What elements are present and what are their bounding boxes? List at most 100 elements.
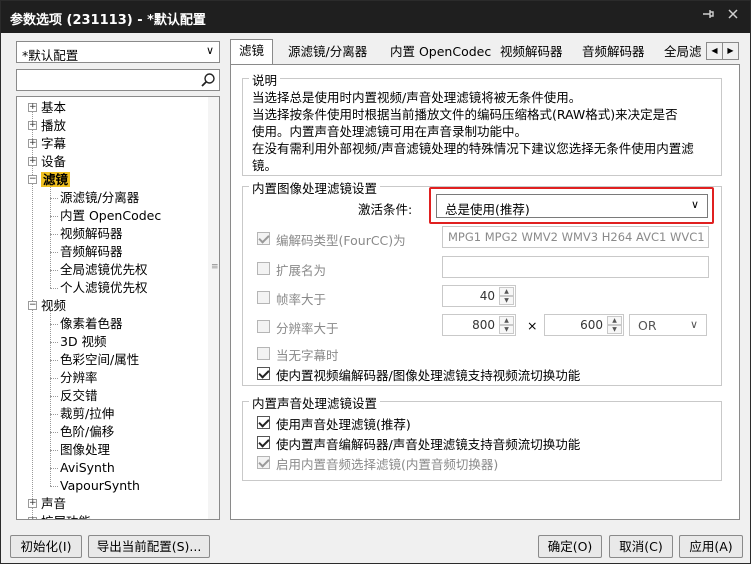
resolution-height-stepper[interactable]: 600 ▲ ▼ <box>544 314 624 336</box>
tree-branch-line <box>50 216 58 217</box>
tree-item[interactable]: 设备 <box>41 153 66 171</box>
fourcc-field[interactable]: MPG1 MPG2 WMV2 WMV3 H264 AVC1 WVC1 <box>442 226 709 248</box>
stepper-buttons: ▲ ▼ <box>499 316 514 334</box>
resolution-operator-value: OR <box>638 318 657 333</box>
tree-item[interactable]: 字幕 <box>41 135 66 153</box>
tab-bar: 滤镜 源滤镜/分离器 内置 OpenCodec 视频解码器 音频解码器 全局滤 … <box>230 39 740 65</box>
extension-checkbox[interactable] <box>257 262 270 275</box>
tree-item[interactable]: 内置 OpenCodec <box>60 207 161 225</box>
tree-item[interactable]: 分辨率 <box>60 369 98 387</box>
stepper-buttons: ▲ ▼ <box>607 316 622 334</box>
tree-item[interactable]: 个人滤镜优先权 <box>60 279 148 297</box>
tree-item-label: 图像处理 <box>60 442 111 457</box>
tab-right-arrow-icon[interactable]: ▶ <box>722 42 739 60</box>
tree-item-label: AviSynth <box>60 460 115 475</box>
resolution-operator-dropdown[interactable]: OR ∨ <box>629 314 707 336</box>
search-field[interactable] <box>16 69 220 91</box>
tree-item[interactable]: 反交错 <box>60 387 98 405</box>
stepper-down-icon[interactable]: ▼ <box>499 325 514 334</box>
search-icon[interactable] <box>200 72 216 88</box>
tree-expander-icon[interactable]: + <box>28 121 37 130</box>
fourcc-checkbox[interactable] <box>257 232 270 245</box>
tree-expander-icon[interactable]: − <box>28 301 37 310</box>
tree-branch-line <box>50 450 58 451</box>
tree-item[interactable]: 3D 视频 <box>60 333 107 351</box>
cancel-button[interactable]: 取消(C) <box>609 535 673 558</box>
description-line: 镜。 <box>252 158 278 173</box>
audio-selector-checkbox[interactable] <box>257 456 270 469</box>
tab-audio-decoder[interactable]: 音频解码器 <box>574 41 653 63</box>
tree-item-label: 分辨率 <box>60 370 98 385</box>
tree-expander-icon[interactable]: − <box>28 175 37 184</box>
audio-switch-checkbox[interactable] <box>257 436 270 449</box>
tree-item-label: 播放 <box>41 118 67 133</box>
tree-item[interactable]: 声音 <box>41 495 66 513</box>
apply-button[interactable]: 应用(A) <box>679 535 743 558</box>
tree-expander-icon[interactable]: + <box>28 499 37 508</box>
stepper-down-icon[interactable]: ▼ <box>499 296 514 305</box>
tab-left-arrow-icon[interactable]: ◀ <box>706 42 723 60</box>
tree-item[interactable]: 滤镜 <box>41 171 71 189</box>
close-icon[interactable] <box>723 7 743 27</box>
settings-tree: ≡ 基本 + 播放 + 字幕 + 设备 + 滤镜 − 源滤镜/分离器 内置 OpenCodec 视频解码… <box>16 96 220 520</box>
tree-expander-icon[interactable]: + <box>28 103 37 112</box>
ok-button[interactable]: 确定(O) <box>538 535 602 558</box>
tree-item[interactable]: 音频解码器 <box>60 243 123 261</box>
tree-scrollbar[interactable]: ≡ <box>208 97 219 519</box>
tree-item[interactable]: 视频解码器 <box>60 225 123 243</box>
initialize-button[interactable]: 初始化(I) <box>10 535 82 558</box>
framerate-stepper[interactable]: 40 ▲ ▼ <box>442 285 516 307</box>
extension-field[interactable] <box>442 256 709 278</box>
tree-expander-icon[interactable]: + <box>28 517 37 519</box>
resolution-width-stepper[interactable]: 800 ▲ ▼ <box>442 314 516 336</box>
tree-item-label: 个人滤镜优先权 <box>60 280 148 295</box>
no-subtitle-checkbox[interactable] <box>257 347 270 360</box>
tree-item[interactable]: 基本 <box>41 99 66 117</box>
tree-item[interactable]: 全局滤镜优先权 <box>60 261 148 279</box>
stepper-up-icon[interactable]: ▲ <box>499 316 514 325</box>
tree-item-label: VapourSynth <box>60 478 140 493</box>
tree-item[interactable]: 图像处理 <box>60 441 110 459</box>
stepper-down-icon[interactable]: ▼ <box>607 325 622 334</box>
tree-item[interactable]: AviSynth <box>60 459 115 477</box>
tree-item[interactable]: 色彩空间/属性 <box>60 351 139 369</box>
tree-item[interactable]: 扩展功能 <box>41 513 91 519</box>
tree-item-label: 像素着色器 <box>60 316 123 331</box>
tab-video-decoder[interactable]: 视频解码器 <box>492 41 571 63</box>
description-line: 当选择按条件使用时根据当前播放文件的编码压缩格式(RAW格式)来决定是否 <box>252 107 678 122</box>
tree-item[interactable]: 色阶/偏移 <box>60 423 114 441</box>
description-line: 当选择总是使用时内置视频/声音处理滤镜将被无条件使用。 <box>252 90 582 105</box>
framerate-checkbox[interactable] <box>257 291 270 304</box>
tree-expander-icon[interactable]: + <box>28 157 37 166</box>
resolution-checkbox[interactable] <box>257 320 270 333</box>
tree-branch-line <box>50 234 58 235</box>
tree-branch-line <box>50 396 58 397</box>
tree-item[interactable]: 裁剪/拉伸 <box>60 405 114 423</box>
tree-item[interactable]: 视频 <box>41 297 66 315</box>
stepper-up-icon[interactable]: ▲ <box>607 316 622 325</box>
tab-source-splitter[interactable]: 源滤镜/分离器 <box>280 41 375 63</box>
tab-filters[interactable]: 滤镜 <box>230 39 274 65</box>
tree-item[interactable]: VapourSynth <box>60 477 140 495</box>
tree-item[interactable]: 播放 <box>41 117 66 135</box>
filters-panel: 说明 当选择总是使用时内置视频/声音处理滤镜将被无条件使用。 当选择按条件使用时… <box>230 64 740 520</box>
video-switch-checkbox[interactable] <box>257 367 270 380</box>
tree-item-label: 扩展功能 <box>41 514 91 519</box>
tree-item[interactable]: 源滤镜/分离器 <box>60 189 139 207</box>
tab-opencodec[interactable]: 内置 OpenCodec <box>382 41 499 63</box>
tree-item-label: 视频 <box>41 298 67 313</box>
window-title: 参数选项 (231113) - *默认配置 <box>10 13 206 28</box>
search-input[interactable] <box>20 72 190 88</box>
profile-dropdown[interactable]: *默认配置 ∨ <box>16 41 220 63</box>
tree-expander-icon[interactable]: + <box>28 139 37 148</box>
tree-item-label: 色阶/偏移 <box>60 424 115 439</box>
stepper-up-icon[interactable]: ▲ <box>499 287 514 296</box>
pin-icon[interactable] <box>698 7 718 27</box>
tab-global-filter[interactable]: 全局滤 <box>656 41 708 63</box>
tree-branch-line <box>50 486 58 487</box>
export-config-button[interactable]: 导出当前配置(S)... <box>88 535 210 558</box>
audio-use-checkbox[interactable] <box>257 416 270 429</box>
tree-item[interactable]: 像素着色器 <box>60 315 123 333</box>
description-text: 当选择总是使用时内置视频/声音处理滤镜将被无条件使用。 当选择按条件使用时根据当… <box>252 89 722 174</box>
preferences-window: 参数选项 (231113) - *默认配置 *默认配置 ∨ ≡ 基本 + 播放 + 字幕… <box>0 0 751 564</box>
